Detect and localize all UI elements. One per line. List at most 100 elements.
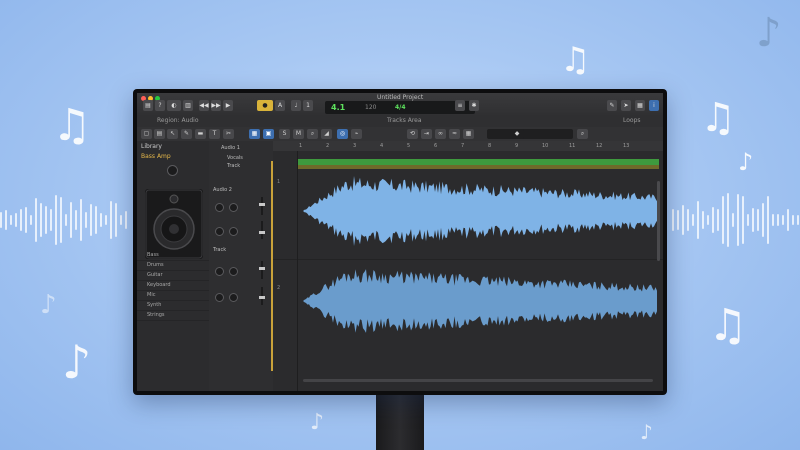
zoom-slider[interactable]: ⌕ bbox=[577, 129, 588, 139]
settings-icon[interactable]: ✱ bbox=[469, 100, 479, 111]
eraser-tool[interactable]: ▬ bbox=[195, 129, 206, 139]
mixer-button[interactable]: ▥ bbox=[183, 100, 193, 111]
soundwave-bar bbox=[787, 209, 789, 231]
help-button[interactable]: ? bbox=[155, 100, 165, 111]
notepad-button[interactable]: ✎ bbox=[607, 100, 617, 111]
track-sub-label: Vocals bbox=[227, 155, 243, 161]
track-name[interactable]: Audio 1 bbox=[221, 145, 240, 151]
soundwave-bar bbox=[60, 197, 62, 243]
snap-toggle[interactable]: ◎ bbox=[337, 129, 348, 139]
fade-tool[interactable]: ◢ bbox=[321, 129, 332, 139]
library-toggle-button[interactable]: ▤ bbox=[143, 100, 153, 111]
metronome-button[interactable]: ♩ bbox=[291, 100, 301, 111]
soundwave-bar bbox=[20, 209, 22, 231]
library-item[interactable]: Mic bbox=[137, 291, 209, 301]
monitor: ▤ ? ◐ ▥ ◀◀ ▶▶ ▶ ● A ♩ 1 Untitled Project… bbox=[133, 89, 667, 395]
scissors-icon[interactable]: ✂ bbox=[223, 129, 234, 139]
lcd-display: 4.1 120 4/4 bbox=[325, 101, 475, 114]
drag-menu[interactable] bbox=[523, 129, 573, 139]
tool-row: ▢ ▤ ↖ ✎ ▬ T ✂ ▦ ▣ S M ⌕ ◢ ◎ ⌁ ⟲ ⇥ ∞ ≈ ▦ … bbox=[137, 127, 663, 142]
browser-button[interactable]: ▦ bbox=[635, 100, 645, 111]
catch-button[interactable]: ⇥ bbox=[421, 129, 432, 139]
text-tool[interactable]: T bbox=[209, 129, 220, 139]
library-item[interactable]: Guitar bbox=[137, 271, 209, 281]
soundwave-bar bbox=[85, 212, 87, 228]
pan-knob[interactable] bbox=[229, 203, 238, 212]
ruler-tick-label: 8 bbox=[488, 143, 492, 149]
soundwave-bar bbox=[15, 212, 17, 228]
loops-label: Loops bbox=[623, 117, 641, 124]
volume-knob[interactable] bbox=[215, 203, 224, 212]
waveform-zoom-button[interactable]: ≈ bbox=[449, 129, 460, 139]
rewind-button[interactable]: ◀◀ bbox=[199, 100, 209, 111]
info-button[interactable]: i bbox=[649, 100, 659, 111]
solo-tool[interactable]: S bbox=[279, 129, 290, 139]
zoom-tool[interactable]: ⌕ bbox=[307, 129, 318, 139]
soundwave-bar bbox=[65, 213, 67, 227]
library-item[interactable]: Strings bbox=[137, 311, 209, 321]
library-item[interactable]: Keyboard bbox=[137, 281, 209, 291]
soundwave-bar bbox=[702, 211, 704, 229]
grid-button[interactable]: ▦ bbox=[463, 129, 474, 139]
tuner-button[interactable]: A bbox=[275, 100, 285, 111]
soundwave-bar bbox=[692, 214, 694, 226]
automation-button[interactable]: ⌁ bbox=[351, 129, 362, 139]
audio-waveform[interactable] bbox=[303, 176, 657, 246]
list-editor-button[interactable]: ≡ bbox=[455, 100, 465, 111]
soundwave-bar bbox=[90, 203, 92, 237]
volume-knob[interactable] bbox=[215, 293, 224, 302]
soundwave-bar bbox=[717, 208, 719, 232]
soundwave-bar bbox=[732, 213, 734, 227]
vertical-scrollbar[interactable] bbox=[657, 181, 660, 261]
arrange-area[interactable]: 1 2 bbox=[273, 151, 663, 391]
pan-knob[interactable] bbox=[229, 267, 238, 276]
ruler-tick-label: 12 bbox=[596, 143, 603, 149]
functions-menu-button[interactable]: ▤ bbox=[154, 129, 165, 139]
flex-button[interactable]: ⟲ bbox=[407, 129, 418, 139]
ruler-tick-label: 11 bbox=[569, 143, 576, 149]
monitor-stand bbox=[376, 392, 424, 450]
volume-fader[interactable] bbox=[259, 261, 265, 279]
ruler-tick-label: 3 bbox=[353, 143, 357, 149]
track2-name[interactable]: Audio 2 bbox=[213, 187, 232, 193]
soundwave-bar bbox=[782, 214, 784, 226]
edit-menu-button[interactable]: ▢ bbox=[141, 129, 152, 139]
playhead[interactable] bbox=[297, 151, 298, 391]
library-item[interactable]: Drums bbox=[137, 261, 209, 271]
track-label: Track bbox=[227, 163, 241, 169]
volume-fader[interactable] bbox=[259, 221, 265, 239]
music-note-icon: ♪ bbox=[756, 10, 782, 56]
volume-fader[interactable] bbox=[259, 197, 265, 215]
mute-tool[interactable]: M bbox=[293, 129, 304, 139]
library-item[interactable]: Bass bbox=[137, 251, 209, 261]
soundwave-bar bbox=[100, 212, 102, 228]
play-icon[interactable]: ▶ bbox=[223, 100, 233, 111]
glue-tool[interactable]: ▣ bbox=[263, 129, 274, 139]
waveform-display[interactable] bbox=[273, 151, 663, 391]
pan-knob[interactable] bbox=[229, 227, 238, 236]
smart-controls-button[interactable]: ◐ bbox=[167, 100, 181, 111]
pan-knob[interactable] bbox=[229, 293, 238, 302]
library-item[interactable]: Synth bbox=[137, 301, 209, 311]
lcd-bar: 4.1 bbox=[331, 103, 346, 112]
volume-knob[interactable] bbox=[215, 227, 224, 236]
soundwave-bar bbox=[30, 214, 32, 226]
link-button[interactable]: ∞ bbox=[435, 129, 446, 139]
soundwave-bar bbox=[45, 206, 47, 234]
forward-button[interactable]: ▶▶ bbox=[211, 100, 221, 111]
soundwave-bar bbox=[712, 207, 714, 233]
horizontal-scrollbar[interactable] bbox=[303, 379, 653, 382]
count-in-button[interactable]: 1 bbox=[303, 100, 313, 111]
volume-knob[interactable] bbox=[215, 267, 224, 276]
soundwave-bar bbox=[50, 208, 52, 232]
pencil-icon[interactable]: ✎ bbox=[181, 129, 192, 139]
record-icon[interactable]: ● bbox=[257, 100, 273, 111]
track-headers: Audio 1 Vocals Track Audio 2 Track bbox=[209, 141, 274, 391]
soundwave-bar bbox=[697, 200, 699, 240]
pointer-tool[interactable]: ↖ bbox=[167, 129, 178, 139]
loop-browser-button[interactable]: ➤ bbox=[621, 100, 631, 111]
volume-fader[interactable] bbox=[259, 287, 265, 305]
marquee-tool[interactable]: ▦ bbox=[249, 129, 260, 139]
soundwave-bar bbox=[737, 193, 739, 247]
patch-knob[interactable] bbox=[167, 165, 178, 176]
